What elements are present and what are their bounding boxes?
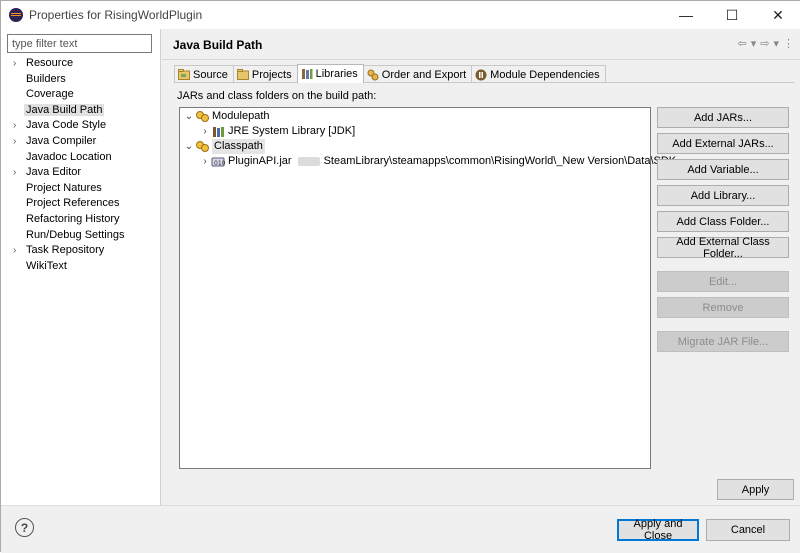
nav-item-wikitext[interactable]: WikiText <box>1 259 161 275</box>
library-icon <box>211 125 226 138</box>
properties-nav-pane: ›Resource Builders Coverage Java Build P… <box>1 29 161 505</box>
back-arrow-icon[interactable]: ⇦ <box>738 37 747 50</box>
expand-arrow-icon[interactable]: › <box>13 56 16 72</box>
tree-node-classpath[interactable]: ⌄ Classpath <box>184 139 265 154</box>
tab-bar: Source Projects Libraries Order and Expo… <box>174 64 606 83</box>
nav-item-java-editor[interactable]: › Java Editor <box>1 165 161 181</box>
modulepath-icon <box>195 110 210 123</box>
jar-icon: 010 <box>211 155 226 168</box>
cancel-button[interactable]: Cancel <box>706 519 790 541</box>
projects-icon <box>236 68 249 81</box>
source-folder-icon <box>178 68 190 81</box>
nav-item-run-debug-settings[interactable]: Run/Debug Settings <box>1 228 161 244</box>
add-jars-button[interactable]: Add JARs... <box>657 107 789 128</box>
expand-arrow-icon[interactable]: › <box>13 165 16 181</box>
tab-module-dependencies[interactable]: Module Dependencies <box>471 65 606 83</box>
minimize-button[interactable]: — <box>663 1 709 29</box>
tab-libraries[interactable]: Libraries <box>296 64 364 83</box>
redacted-path-segment <box>297 157 320 166</box>
expand-arrow-icon[interactable]: › <box>13 134 16 150</box>
remove-button[interactable]: Remove <box>657 297 789 318</box>
eclipse-icon <box>9 8 23 22</box>
nav-item-resource[interactable]: › Resource <box>1 56 161 72</box>
nav-item-builders[interactable]: Builders <box>1 72 161 88</box>
help-icon[interactable]: ? <box>15 518 34 537</box>
module-icon <box>475 69 487 81</box>
migrate-jar-button[interactable]: Migrate JAR File... <box>657 331 789 352</box>
expand-arrow-icon[interactable]: › <box>200 124 210 139</box>
nav-item-javadoc-location[interactable]: Javadoc Location <box>1 150 161 166</box>
java-build-path-page: Java Build Path ⇦ ▾ ⇨ ▾ ⋮ Source Project… <box>162 29 800 505</box>
add-external-class-folder-button[interactable]: Add External Class Folder... <box>657 236 789 260</box>
nav-item-project-natures[interactable]: Project Natures <box>1 181 161 197</box>
collapse-arrow-icon[interactable]: ⌄ <box>184 139 194 154</box>
apply-and-close-button[interactable]: Apply and Close <box>617 518 699 542</box>
expand-arrow-icon[interactable]: › <box>13 118 16 134</box>
tree-node-pluginapi-jar[interactable]: › 010 PluginAPI.jar SteamLibrary\steamap… <box>200 154 676 169</box>
tab-order-and-export[interactable]: Order and Export <box>362 65 473 83</box>
nav-item-java-code-style[interactable]: › Java Code Style <box>1 118 161 134</box>
expand-arrow-icon[interactable]: › <box>13 243 16 259</box>
add-class-folder-button[interactable]: Add Class Folder... <box>657 211 789 232</box>
classpath-icon <box>195 140 210 153</box>
tab-projects[interactable]: Projects <box>232 65 298 83</box>
add-external-jars-button[interactable]: Add External JARs... <box>657 133 789 154</box>
forward-menu-icon[interactable]: ▾ <box>773 37 779 50</box>
nav-item-project-references[interactable]: Project References <box>1 196 161 212</box>
apply-button[interactable]: Apply <box>717 479 794 500</box>
tree-node-modulepath[interactable]: ⌄ Modulepath <box>184 109 270 124</box>
collapse-arrow-icon[interactable]: ⌄ <box>184 109 194 124</box>
properties-dialog: Properties for RisingWorldPlugin — ☐ ✕ ›… <box>0 0 800 553</box>
forward-arrow-icon[interactable]: ⇨ <box>760 37 769 50</box>
libraries-icon <box>301 68 313 80</box>
nav-item-java-compiler[interactable]: › Java Compiler <box>1 134 161 150</box>
nav-item-task-repository[interactable]: › Task Repository <box>1 243 161 259</box>
nav-list: › Resource Builders Coverage Java Build P… <box>1 56 161 274</box>
title-bar: Properties for RisingWorldPlugin — ☐ ✕ <box>1 1 800 29</box>
view-menu-icon[interactable]: ⋮ <box>783 37 794 50</box>
tab-body-border <box>174 82 794 83</box>
tab-source[interactable]: Source <box>174 65 234 83</box>
edit-button[interactable]: Edit... <box>657 271 789 292</box>
nav-item-coverage[interactable]: Coverage <box>1 87 161 103</box>
page-title: Java Build Path <box>173 38 263 52</box>
expand-arrow-icon[interactable]: › <box>200 154 210 169</box>
maximize-button[interactable]: ☐ <box>709 1 755 29</box>
close-button[interactable]: ✕ <box>755 1 800 29</box>
window-title: Properties for RisingWorldPlugin <box>29 8 203 22</box>
add-library-button[interactable]: Add Library... <box>657 185 789 206</box>
filter-input[interactable] <box>7 34 152 53</box>
dialog-footer: ? Apply and Close Cancel <box>1 505 800 553</box>
svg-text:010: 010 <box>214 160 226 167</box>
back-menu-icon[interactable]: ▾ <box>751 37 757 50</box>
history-nav: ⇦ ▾ ⇨ ▾ ⋮ <box>738 37 795 50</box>
build-path-tree[interactable]: ⌄ Modulepath › JRE System Library [JDK] … <box>179 107 676 469</box>
nav-item-refactoring-history[interactable]: Refactoring History <box>1 212 161 228</box>
title-separator <box>162 59 800 60</box>
tree-node-jre-system-library[interactable]: › JRE System Library [JDK] <box>200 124 355 139</box>
libraries-description: JARs and class folders on the build path… <box>177 90 377 102</box>
order-export-icon <box>367 69 379 81</box>
nav-item-java-build-path[interactable]: Java Build Path <box>1 103 161 119</box>
add-variable-button[interactable]: Add Variable... <box>657 159 789 180</box>
